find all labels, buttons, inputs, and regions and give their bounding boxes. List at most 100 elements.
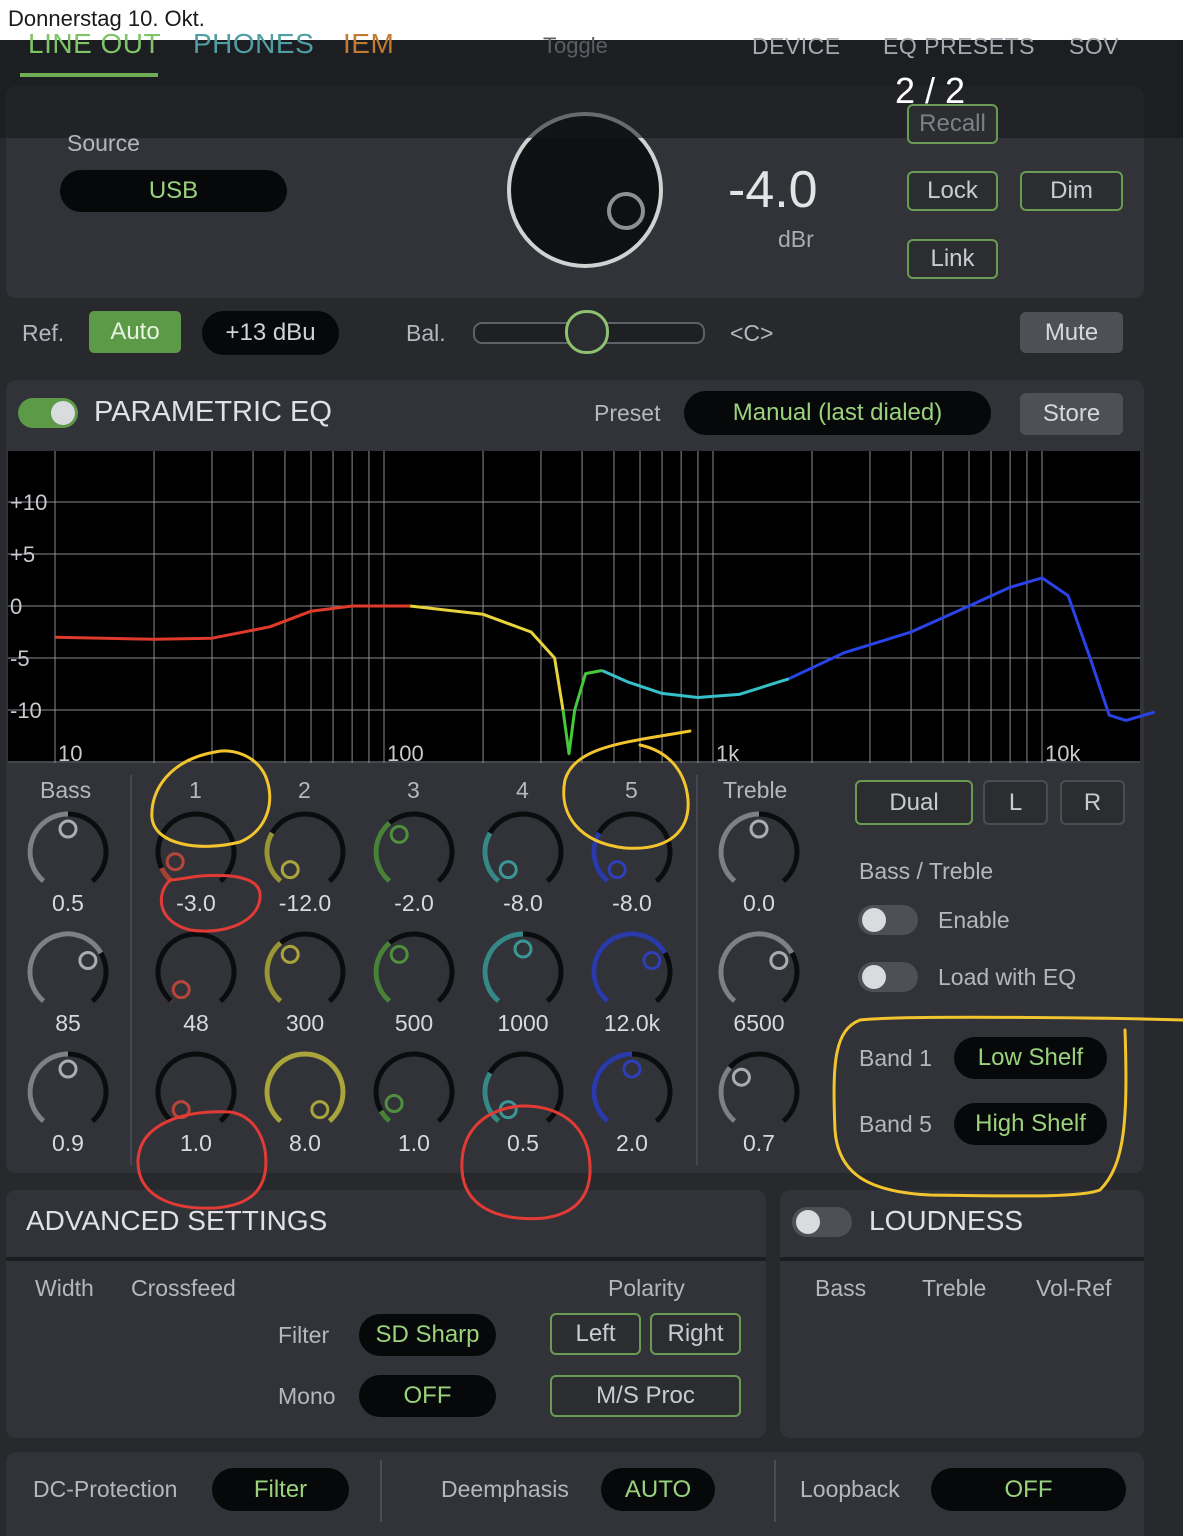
knob-value-gains-1: -3.0 bbox=[176, 890, 216, 916]
knob-freqs-2[interactable] bbox=[260, 927, 350, 1017]
y-tick-label: +10 bbox=[10, 490, 47, 515]
loudness-toggle[interactable] bbox=[792, 1207, 852, 1237]
knob-indicator bbox=[749, 819, 769, 839]
advanced-title: ADVANCED SETTINGS bbox=[26, 1205, 328, 1236]
knob-value-gains-3: -2.0 bbox=[394, 890, 434, 916]
dual-button[interactable]: Dual bbox=[855, 780, 973, 825]
knob-gains-6[interactable] bbox=[714, 807, 804, 897]
knob-value-qs-4: 0.5 bbox=[507, 1130, 539, 1156]
ms-proc-button[interactable]: M/S Proc bbox=[550, 1375, 741, 1417]
mute-button[interactable]: Mute bbox=[1020, 312, 1123, 353]
balance-label: Bal. bbox=[406, 320, 446, 346]
deemphasis-select[interactable]: AUTO bbox=[601, 1468, 715, 1511]
knob-indicator bbox=[310, 1100, 330, 1120]
band5-type-select[interactable]: High Shelf bbox=[954, 1103, 1107, 1145]
nav-eq-presets[interactable]: EQ PRESETS bbox=[883, 33, 1035, 60]
knob-gains-0[interactable] bbox=[23, 807, 113, 897]
knob-indicator bbox=[280, 944, 300, 964]
ref-level-select[interactable]: +13 dBu bbox=[202, 311, 339, 355]
polarity-label: Polarity bbox=[608, 1275, 685, 1301]
polarity-left-button[interactable]: Left bbox=[550, 1313, 641, 1355]
loudness-divider bbox=[780, 1257, 1144, 1261]
bt-enable-toggle[interactable] bbox=[858, 905, 918, 935]
dim-button[interactable]: Dim bbox=[1020, 171, 1123, 211]
knob-gains-5[interactable] bbox=[587, 807, 677, 897]
knob-indicator bbox=[165, 852, 185, 872]
loudness-title: LOUDNESS bbox=[869, 1205, 1024, 1236]
knob-value-gains-2: -12.0 bbox=[278, 890, 332, 916]
knob-qs-6[interactable] bbox=[714, 1047, 804, 1137]
knob-gains-3[interactable] bbox=[369, 807, 459, 897]
mono-select[interactable]: OFF bbox=[359, 1375, 496, 1417]
knob-indicator bbox=[171, 980, 191, 1000]
ref-auto-button[interactable]: Auto bbox=[89, 311, 181, 353]
knob-gains-1[interactable] bbox=[151, 807, 241, 897]
source-select[interactable]: USB bbox=[60, 170, 287, 212]
knob-indicator bbox=[498, 860, 518, 880]
footer-divider-1 bbox=[380, 1460, 382, 1522]
knob-qs-1[interactable] bbox=[151, 1047, 241, 1137]
knob-value-freqs-3: 500 bbox=[394, 1010, 434, 1036]
knob-value-qs-6: 0.7 bbox=[743, 1130, 775, 1156]
tab-line-out[interactable]: LINE OUT bbox=[28, 28, 161, 60]
right-button[interactable]: R bbox=[1060, 780, 1125, 825]
band-5-header: 5 bbox=[625, 777, 638, 803]
nav-sov[interactable]: SOV bbox=[1069, 33, 1119, 60]
knob-value-qs-2: 8.0 bbox=[289, 1130, 321, 1156]
balance-slider-thumb[interactable] bbox=[565, 310, 609, 354]
knob-freqs-6[interactable] bbox=[714, 927, 804, 1017]
band5-type-label: Band 5 bbox=[859, 1111, 932, 1137]
bands-divider-left bbox=[130, 775, 132, 1165]
knob-qs-4[interactable] bbox=[478, 1047, 568, 1137]
knob-indicator bbox=[769, 951, 789, 970]
tab-phones[interactable]: PHONES bbox=[193, 28, 314, 60]
treble-header: Treble bbox=[723, 777, 788, 803]
knob-gains-4[interactable] bbox=[478, 807, 568, 897]
filter-select[interactable]: SD Sharp bbox=[359, 1314, 496, 1356]
width-label: Width bbox=[35, 1275, 94, 1301]
knob-indicator bbox=[607, 860, 627, 880]
knob-value-freqs-1: 48 bbox=[183, 1010, 209, 1036]
dc-protection-select[interactable]: Filter bbox=[212, 1468, 349, 1511]
peq-toggle[interactable] bbox=[18, 398, 78, 428]
preset-label: Preset bbox=[594, 400, 661, 426]
knob-freqs-5[interactable] bbox=[587, 927, 677, 1017]
knob-indicator bbox=[389, 944, 409, 964]
knob-qs-5[interactable] bbox=[587, 1047, 677, 1137]
eq-graph[interactable]: +10 +5 0 -5 -10 10 100 1k 10k bbox=[8, 451, 1156, 766]
y-tick-label: +5 bbox=[10, 542, 35, 567]
knob-value-gains-4: -8.0 bbox=[503, 890, 543, 916]
loopback-label: Loopback bbox=[800, 1476, 900, 1502]
mono-label: Mono bbox=[278, 1383, 336, 1409]
nav-device[interactable]: DEVICE bbox=[752, 33, 841, 60]
peq-title: PARAMETRIC EQ bbox=[94, 396, 332, 428]
store-button[interactable]: Store bbox=[1020, 393, 1123, 435]
loopback-select[interactable]: OFF bbox=[931, 1468, 1126, 1511]
lock-button[interactable]: Lock bbox=[907, 171, 998, 211]
tab-iem[interactable]: IEM bbox=[343, 28, 394, 60]
knob-qs-0[interactable] bbox=[23, 1047, 113, 1137]
knob-freqs-3[interactable] bbox=[369, 927, 459, 1017]
link-button[interactable]: Link bbox=[907, 239, 998, 279]
knob-qs-3[interactable] bbox=[369, 1047, 459, 1137]
knob-freqs-0[interactable] bbox=[23, 927, 113, 1017]
bt-load-toggle[interactable] bbox=[858, 962, 918, 992]
knob-value-gains-6: 0.0 bbox=[743, 890, 775, 916]
knob-indicator bbox=[731, 1067, 751, 1087]
knob-indicator bbox=[280, 860, 300, 880]
knob-qs-2[interactable] bbox=[260, 1047, 350, 1137]
knob-freqs-4[interactable] bbox=[478, 927, 568, 1017]
ref-label: Ref. bbox=[22, 320, 65, 346]
toggle-label[interactable]: Toggle bbox=[543, 33, 608, 59]
recall-button[interactable]: Recall bbox=[907, 104, 998, 144]
knob-value-freqs-2: 300 bbox=[285, 1010, 325, 1036]
knob-value-gains-0: 0.5 bbox=[52, 890, 84, 916]
band1-type-select[interactable]: Low Shelf bbox=[954, 1037, 1107, 1079]
knob-gains-2[interactable] bbox=[260, 807, 350, 897]
polarity-right-button[interactable]: Right bbox=[650, 1313, 741, 1355]
volume-value: -4.0 bbox=[728, 161, 818, 219]
knob-value-freqs-0: 85 bbox=[55, 1010, 81, 1036]
knob-freqs-1[interactable] bbox=[151, 927, 241, 1017]
left-button[interactable]: L bbox=[983, 780, 1048, 825]
preset-select[interactable]: Manual (last dialed) bbox=[684, 391, 991, 435]
